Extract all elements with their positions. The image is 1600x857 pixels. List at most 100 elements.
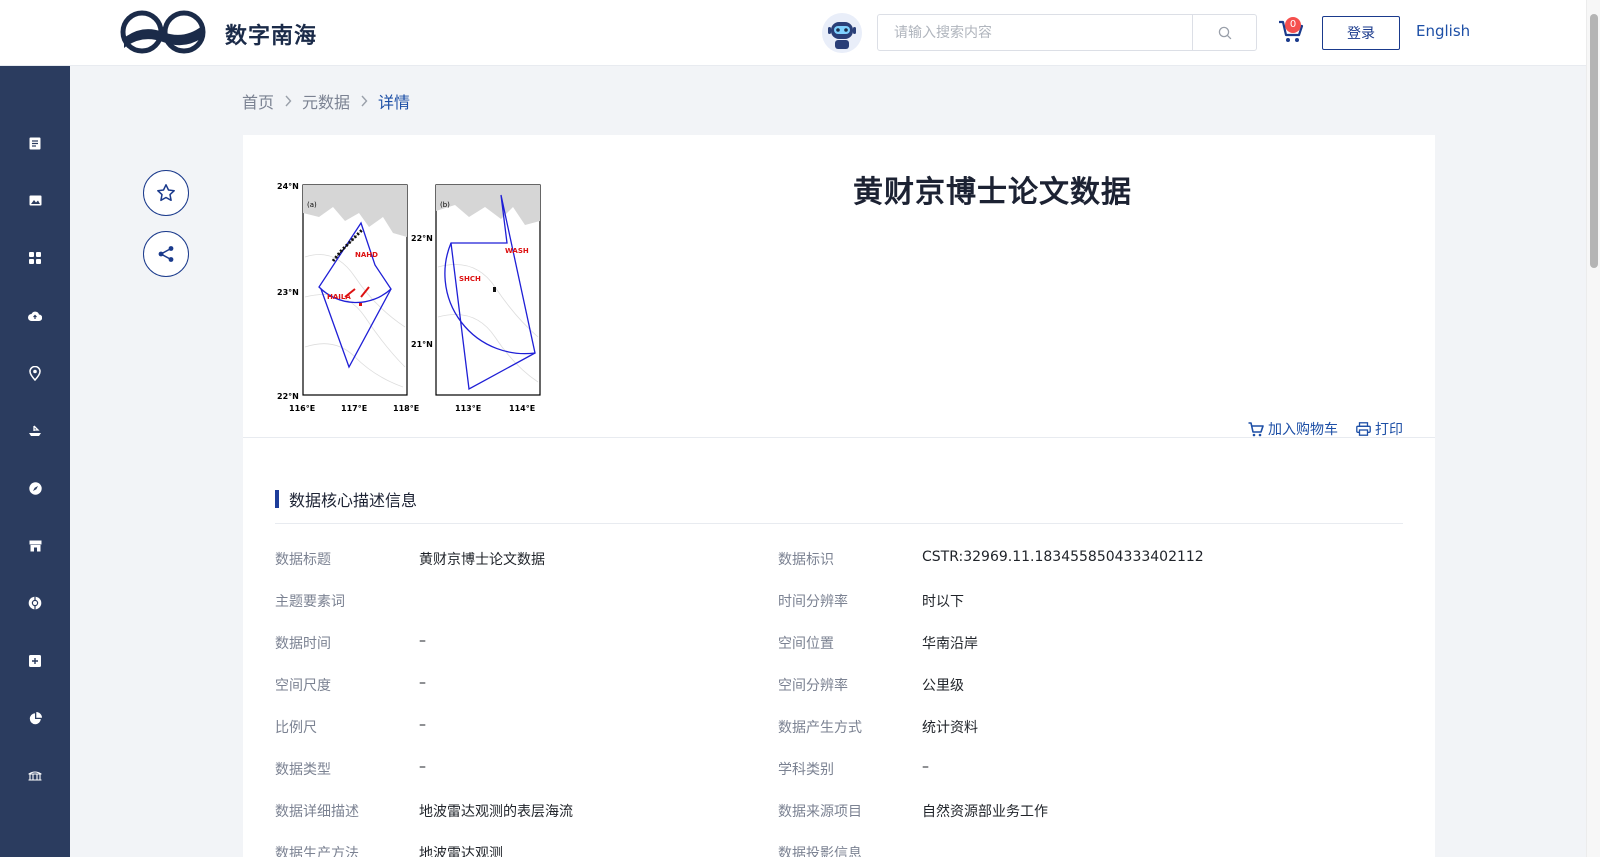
lon-label-118e: 118°E	[393, 404, 419, 413]
nav-item-vessel[interactable]	[0, 411, 70, 451]
site-title[interactable]: 数字南海	[225, 18, 317, 50]
star-icon	[157, 184, 175, 202]
metadata-label: 数据生产方法	[275, 846, 359, 857]
bridge-icon	[28, 771, 42, 781]
metadata-value: 公里级	[922, 678, 964, 694]
store-icon	[29, 540, 41, 552]
top-header: 数字南海 0 登录 English	[0, 0, 1586, 66]
dataset-actions: 加入购物车 打印	[1248, 419, 1403, 439]
nav-item-infrastructure[interactable]	[0, 756, 70, 796]
search-button[interactable]	[1192, 15, 1256, 50]
metadata-label: 学科类别	[778, 762, 834, 778]
chevron-right-icon	[284, 95, 292, 107]
cloud-upload-icon	[28, 311, 42, 321]
lat-label-22n-b: 22°N	[411, 234, 433, 243]
metadata-label: 空间位置	[778, 636, 834, 652]
nav-item-add[interactable]	[0, 641, 70, 681]
search-box	[877, 14, 1257, 51]
page-scrollbar[interactable]	[1586, 0, 1600, 857]
add-to-cart-label: 加入购物车	[1268, 422, 1338, 438]
metadata-label: 数据类型	[275, 762, 331, 778]
nav-item-stats[interactable]	[0, 698, 70, 738]
share-button[interactable]	[143, 231, 189, 277]
nav-item-documents[interactable]	[0, 123, 70, 163]
language-switch[interactable]: English	[1416, 22, 1470, 40]
metadata-label: 数据产生方式	[778, 720, 862, 736]
add-to-cart-button[interactable]: 加入购物车	[1248, 419, 1338, 439]
nav-item-images[interactable]	[0, 180, 70, 220]
ship-icon	[29, 425, 41, 436]
metadata-row: 空间尺度 – 空间分辨率 公里级	[275, 675, 1403, 717]
metadata-table: 数据标题 黄财京博士论文数据 数据标识 CSTR:32969.11.183455…	[275, 549, 1403, 857]
search-icon	[1218, 26, 1231, 39]
nav-item-store[interactable]	[0, 526, 70, 566]
lon-label-113e: 113°E	[455, 404, 481, 413]
nav-item-global[interactable]	[0, 583, 70, 623]
grid-icon	[29, 252, 41, 264]
breadcrumb-home[interactable]: 首页	[242, 89, 274, 113]
chevron-right-icon	[360, 95, 368, 107]
printer-icon	[1356, 422, 1371, 436]
breadcrumb-metadata[interactable]: 元数据	[302, 89, 350, 113]
metadata-value: 黄财京博士论文数据	[419, 552, 545, 568]
document-icon	[29, 137, 41, 149]
metadata-label: 比例尺	[275, 720, 317, 736]
metadata-value: 地波雷达观测的表层海流	[419, 804, 573, 820]
plus-square-icon	[29, 655, 41, 667]
lat-label-22n: 22°N	[277, 392, 299, 401]
metadata-label: 数据时间	[275, 636, 331, 652]
nav-item-apps[interactable]	[0, 238, 70, 278]
login-button[interactable]: 登录	[1322, 16, 1400, 50]
metadata-value: CSTR:32969.11.1834558504333402112	[922, 549, 1204, 565]
metadata-label: 空间分辨率	[778, 678, 848, 694]
metadata-value: 自然资源部业务工作	[922, 804, 1048, 820]
dataset-detail-card: (a) NAHD HAILA 24°N 23°N 22°N 116°E 117°…	[243, 135, 1435, 857]
metadata-row: 数据标题 黄财京博士论文数据 数据标识 CSTR:32969.11.183455…	[275, 549, 1403, 591]
section-accent-bar	[275, 490, 279, 508]
left-sidebar	[0, 66, 70, 857]
lon-label-116e: 116°E	[289, 404, 315, 413]
nav-item-explore[interactable]	[0, 468, 70, 508]
metadata-value: –	[419, 675, 426, 691]
metadata-row: 数据详细描述 地波雷达观测的表层海流 数据来源项目 自然资源部业务工作	[275, 801, 1403, 843]
search-input[interactable]	[878, 15, 1193, 50]
metadata-row: 主题要素词 时间分辨率 时以下	[275, 591, 1403, 633]
section-header: 数据核心描述信息	[275, 487, 417, 511]
lon-label-117e: 117°E	[341, 404, 367, 413]
metadata-row: 数据生产方法 地波雷达观测 数据投影信息	[275, 843, 1403, 857]
dataset-title: 黄财京博士论文数据	[853, 175, 1132, 210]
metadata-value: 地波雷达观测	[419, 846, 503, 857]
metadata-value: –	[419, 759, 426, 775]
station-label-shch: SHCH	[459, 275, 481, 283]
metadata-value: 时以下	[922, 594, 964, 610]
station-label-nahd: NAHD	[355, 251, 378, 259]
dataset-thumbnail[interactable]: (a) NAHD HAILA 24°N 23°N 22°N 116°E 117°…	[275, 177, 545, 417]
station-label-wash: WASH	[505, 247, 529, 255]
metadata-value: 华南沿岸	[922, 636, 978, 652]
nav-item-upload[interactable]	[0, 296, 70, 336]
assistant-robot-icon[interactable]	[822, 13, 862, 53]
figure-panel-b-label: (b)	[440, 201, 450, 209]
lat-label-24n: 24°N	[277, 182, 299, 191]
image-icon	[29, 195, 41, 205]
lat-label-23n: 23°N	[277, 288, 299, 297]
metadata-label: 数据来源项目	[778, 804, 862, 820]
pie-chart-icon	[29, 711, 42, 724]
lon-label-114e: 114°E	[509, 404, 535, 413]
compass-icon	[28, 481, 42, 495]
location-pin-icon	[29, 365, 41, 381]
scrollbar-thumb[interactable]	[1590, 14, 1598, 268]
nav-item-location[interactable]	[0, 353, 70, 393]
section-title: 数据核心描述信息	[289, 491, 418, 510]
metadata-label: 时间分辨率	[778, 594, 848, 610]
print-button[interactable]: 打印	[1356, 419, 1403, 439]
share-icon	[158, 246, 174, 262]
breadcrumb-current: 详情	[378, 93, 411, 112]
site-logo[interactable]	[120, 8, 206, 56]
favorite-button[interactable]	[143, 170, 189, 216]
metadata-label: 主题要素词	[275, 594, 345, 610]
breadcrumb: 首页 元数据 详情	[242, 89, 410, 113]
cart-icon	[1248, 421, 1264, 436]
station-label-haila: HAILA	[327, 293, 351, 301]
metadata-label: 空间尺度	[275, 678, 331, 694]
